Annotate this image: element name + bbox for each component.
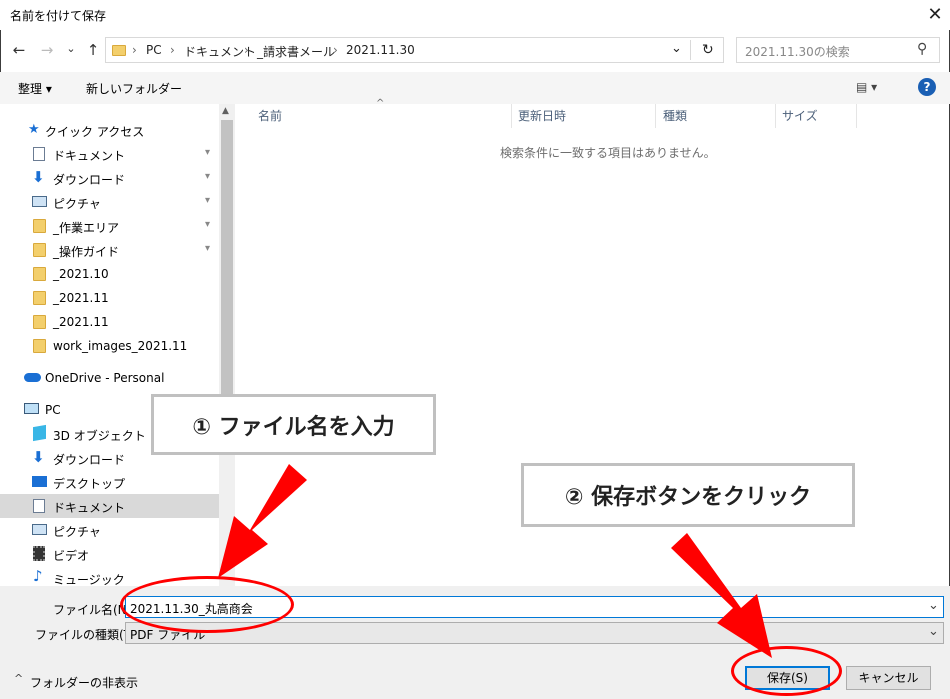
save-highlight-ellipse: [731, 646, 842, 696]
filename-highlight-ellipse: [120, 576, 294, 633]
step2-arrow-icon: [671, 533, 772, 658]
step1-arrow-icon: [218, 464, 307, 578]
